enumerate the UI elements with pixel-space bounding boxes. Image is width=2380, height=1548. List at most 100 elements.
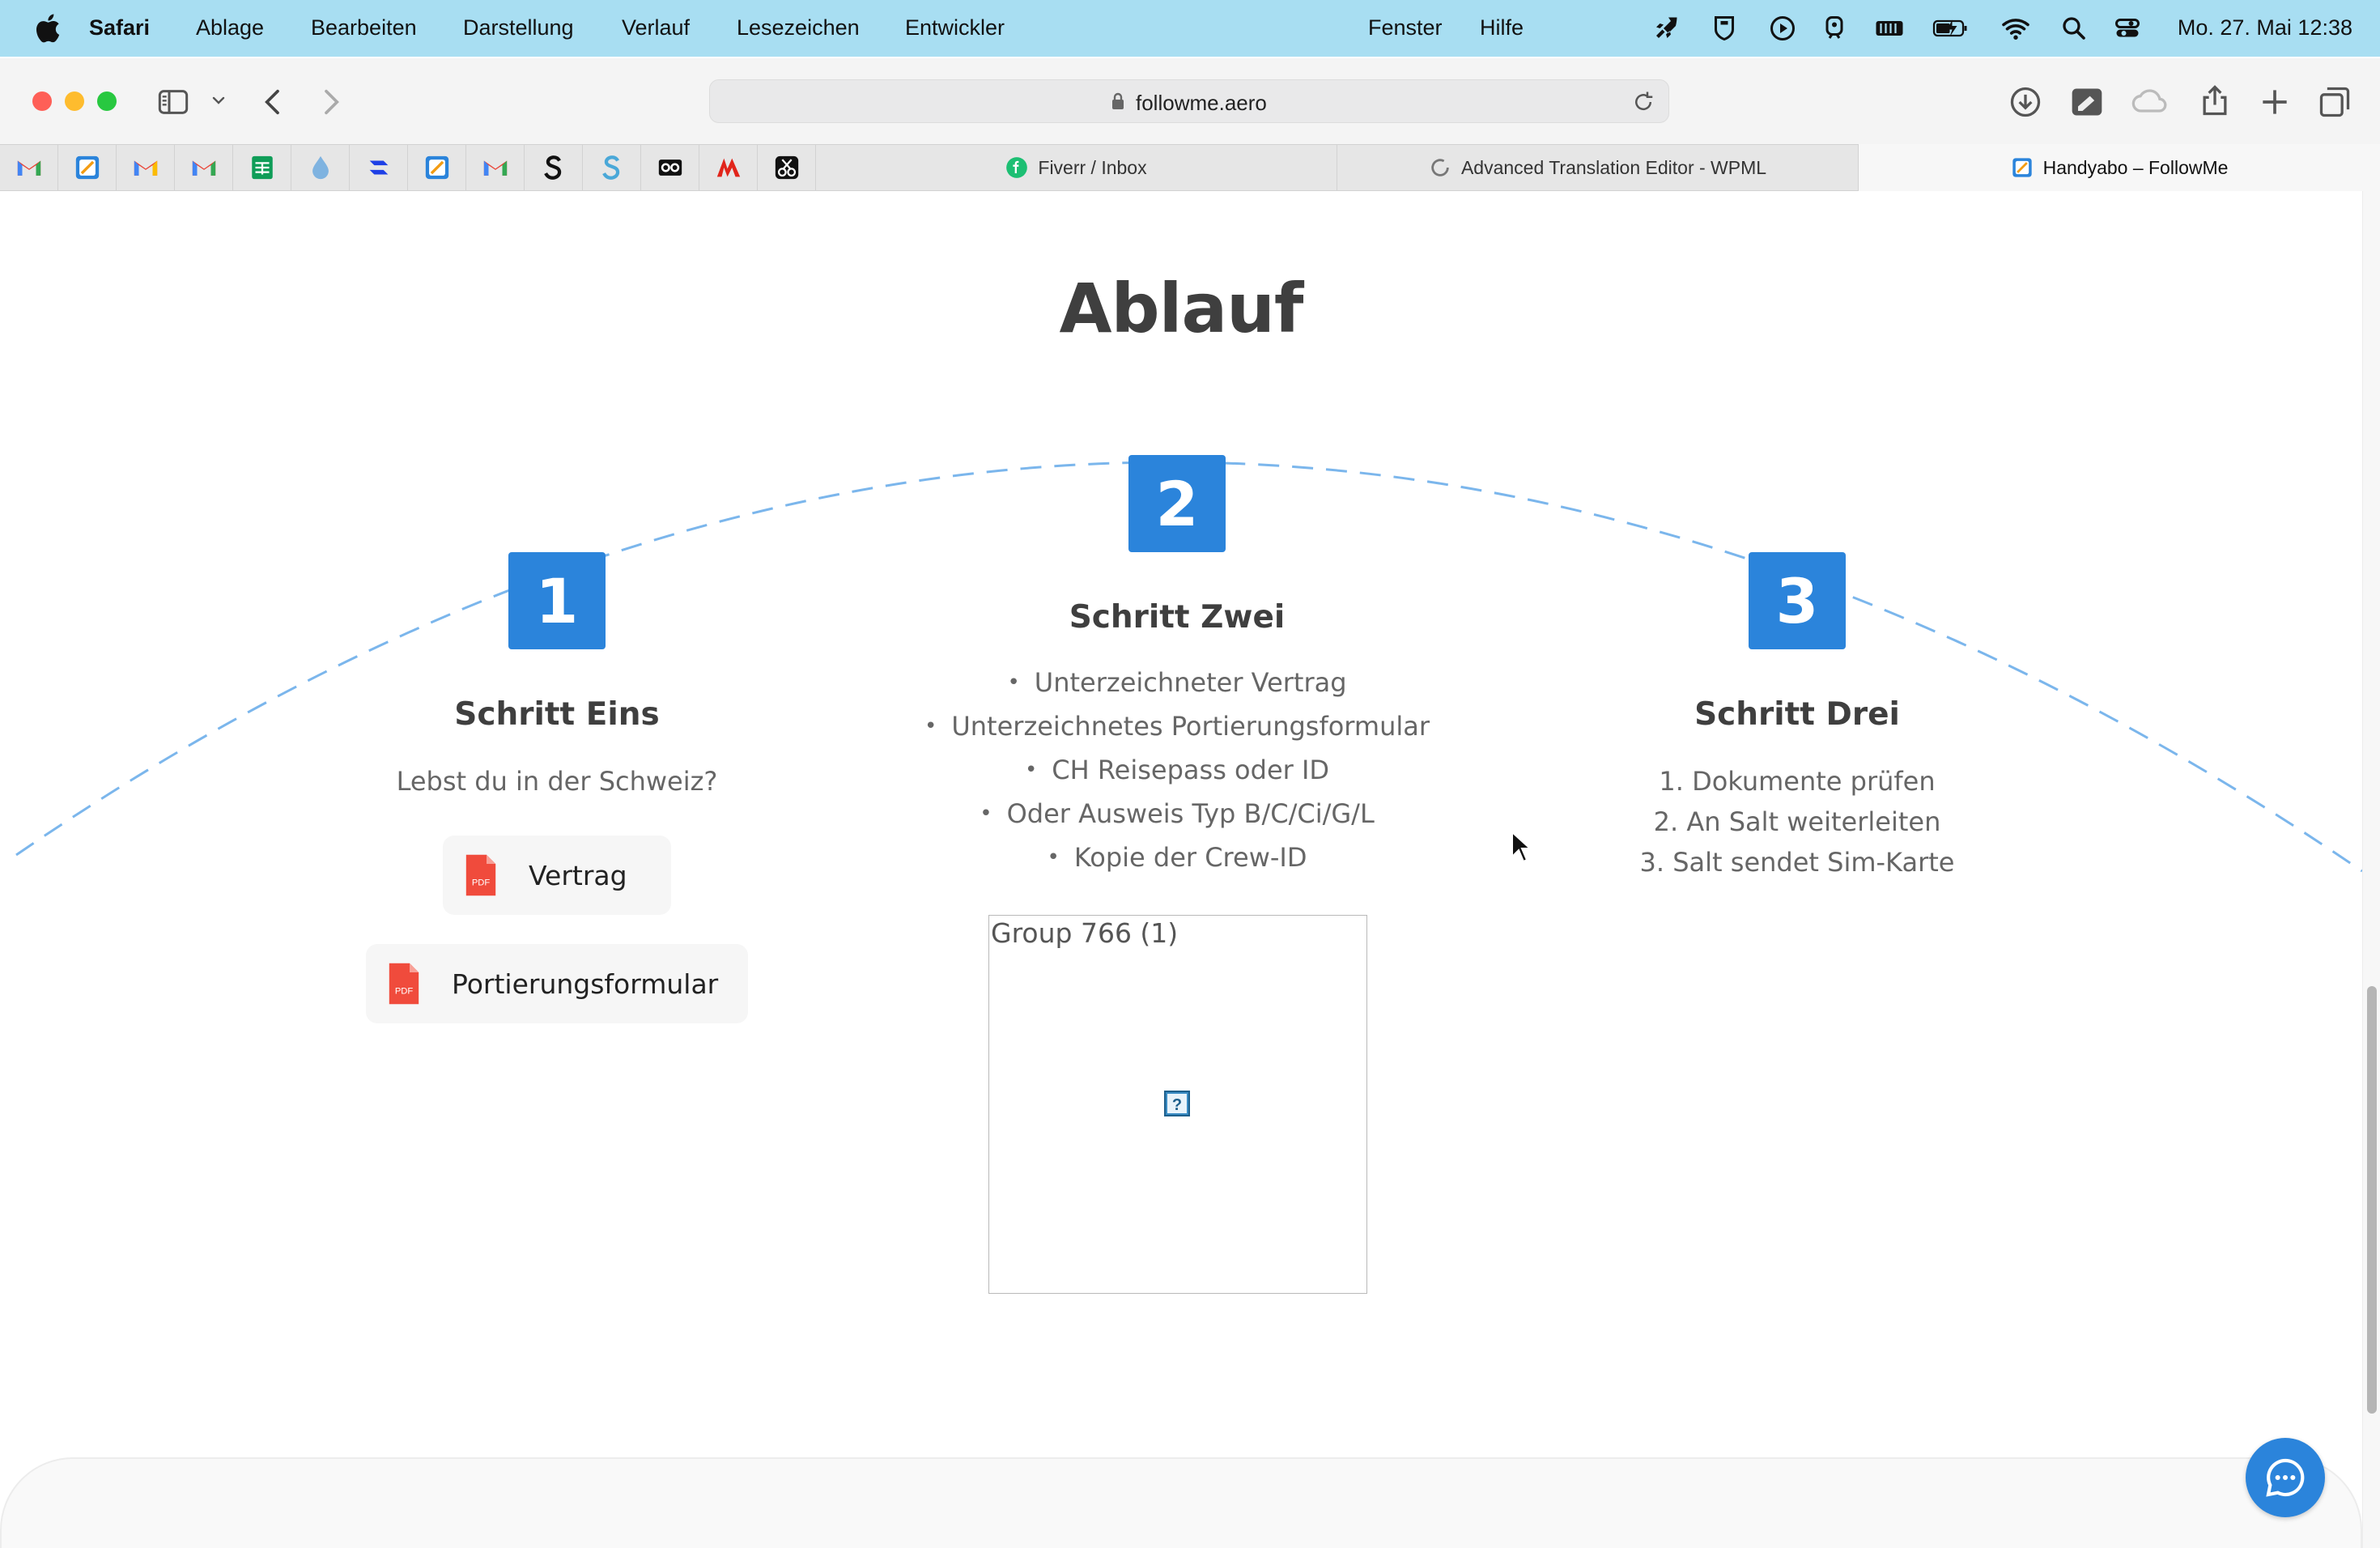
- pinned-tab-gmail-2[interactable]: [117, 144, 175, 191]
- pinned-tab-gmail[interactable]: [0, 144, 58, 191]
- step-3-list-item: 1. Dokumente prüfen: [1659, 766, 1936, 797]
- lock-icon: [1112, 92, 1124, 109]
- gmail-icon: [483, 160, 507, 176]
- forward-icon[interactable]: [314, 86, 346, 118]
- address-bar[interactable]: followme.aero: [709, 79, 1669, 123]
- window-zoom-button[interactable]: [97, 91, 117, 111]
- pinned-tab-gmail-4[interactable]: [466, 144, 525, 191]
- glasses-icon: [658, 159, 682, 176]
- gmail-icon: [192, 160, 215, 176]
- page-title: Ablauf: [1059, 269, 1304, 348]
- step-1-title: Schritt Eins: [454, 696, 660, 733]
- apple-menu-icon[interactable]: [32, 12, 62, 45]
- search-icon[interactable]: [2059, 14, 2089, 43]
- footer-section: [0, 1457, 2362, 1548]
- menu-fenster[interactable]: Fenster: [1368, 15, 1443, 40]
- url-text[interactable]: followme.aero: [1136, 91, 1267, 116]
- pinned-tab-followme[interactable]: [58, 144, 117, 191]
- icloud-icon[interactable]: [2131, 84, 2170, 120]
- pinned-tab-sheets[interactable]: [233, 144, 291, 191]
- step-1-question: Lebst du in der Schweiz?: [396, 766, 718, 797]
- menu-ablage[interactable]: Ablage: [196, 15, 264, 40]
- menu-hilfe[interactable]: Hilfe: [1480, 15, 1524, 40]
- pinned-tab-s-black[interactable]: [525, 144, 583, 191]
- pinned-tab-s-blue[interactable]: [583, 144, 641, 191]
- pdf-badge: PDF: [395, 987, 414, 997]
- pinned-tab-followme-2[interactable]: [408, 144, 466, 191]
- scrollbar-thumb[interactable]: [2367, 986, 2377, 1414]
- fiverr-icon: [1006, 157, 1028, 178]
- battery-charging-icon: [1932, 19, 1967, 37]
- tab-fiverr[interactable]: Fiverr / Inbox: [816, 144, 1337, 191]
- menu-verlauf[interactable]: Verlauf: [622, 15, 690, 40]
- followme-icon: [2012, 158, 2032, 177]
- reload-icon[interactable]: [1631, 90, 1655, 114]
- s-black-icon: [543, 155, 561, 180]
- step-2-title: Schritt Zwei: [1069, 599, 1286, 636]
- menu-bar: Safari Ablage Bearbeiten Darstellung Ver…: [0, 0, 2380, 57]
- menu-darstellung[interactable]: Darstellung: [463, 15, 574, 40]
- step-3-list-item: 2. An Salt weiterleiten: [1653, 806, 1941, 837]
- pinned-tab-r[interactable]: [350, 144, 408, 191]
- scrollbar[interactable]: [2362, 191, 2380, 1548]
- followme-icon: [425, 155, 448, 180]
- mouse-cursor-icon: [1511, 831, 1532, 863]
- sidebar-icon[interactable]: [157, 86, 189, 118]
- share-icon[interactable]: [2197, 83, 2233, 118]
- tab-followme-active[interactable]: Handyabo – FollowMe: [1859, 144, 2380, 191]
- menu-app-name[interactable]: Safari: [89, 15, 150, 40]
- loading-icon: [1431, 159, 1449, 176]
- step-2-bullet: Oder Ausweis Typ B/C/Ci/G/L: [853, 798, 1501, 829]
- wifi-icon[interactable]: [2001, 14, 2030, 43]
- sheets-icon: [251, 155, 273, 180]
- pdf-file-icon: PDF: [389, 963, 419, 1005]
- chevron-down-icon[interactable]: [209, 91, 228, 110]
- extension-icon[interactable]: [2069, 84, 2105, 120]
- pinned-tab-glasses[interactable]: [641, 144, 699, 191]
- scissors-icon: [775, 155, 798, 180]
- gmail-icon: [134, 160, 157, 176]
- chat-bubble-icon: [2266, 1458, 2305, 1497]
- shield-icon[interactable]: [1710, 14, 1739, 43]
- new-tab-icon[interactable]: [2257, 84, 2293, 120]
- download-icon[interactable]: [2008, 84, 2043, 120]
- portierungsformular-label: Portierungsformular: [452, 968, 719, 1000]
- menu-entwickler[interactable]: Entwickler: [905, 15, 1005, 40]
- portierungsformular-download-button[interactable]: PDF Portierungsformular: [366, 944, 748, 1023]
- window-close-button[interactable]: [32, 91, 52, 111]
- tram-icon[interactable]: [1820, 14, 1849, 43]
- vertrag-label: Vertrag: [529, 859, 627, 891]
- s-blue-icon: [601, 155, 619, 180]
- pinned-tab-gmail-3[interactable]: [175, 144, 233, 191]
- followme-icon: [75, 155, 99, 180]
- step-3-title: Schritt Drei: [1694, 696, 1900, 733]
- vertrag-download-button[interactable]: PDF Vertrag: [443, 836, 671, 915]
- menu-bearbeiten[interactable]: Bearbeiten: [311, 15, 417, 40]
- broken-image-icon: ?: [1164, 1091, 1190, 1116]
- tab-title: Fiverr / Inbox: [1038, 156, 1147, 178]
- r-icon: [369, 160, 388, 175]
- menubar-clock[interactable]: Mo. 27. Mai 12:38: [2178, 15, 2352, 40]
- control-center-icon[interactable]: [2113, 14, 2142, 43]
- drop-icon: [312, 155, 329, 180]
- step-2-bullet: Unterzeichneter Vertrag: [853, 667, 1501, 698]
- step-2-bullet: Unterzeichnetes Portierungsformular: [853, 711, 1501, 742]
- play-icon[interactable]: [1768, 14, 1797, 43]
- pinned-tab-scissors[interactable]: [758, 144, 816, 191]
- memory-icon[interactable]: [1873, 14, 1906, 43]
- pdf-file-icon: PDF: [465, 854, 496, 896]
- window-minimize-button[interactable]: [65, 91, 84, 111]
- back-icon[interactable]: [257, 86, 290, 118]
- tab-overview-icon[interactable]: [2317, 84, 2352, 120]
- pinned-tab-m-red[interactable]: [699, 144, 758, 191]
- step-2-badge: 2: [1128, 455, 1226, 552]
- chat-button[interactable]: [2246, 1438, 2325, 1517]
- tab-wpml[interactable]: Advanced Translation Editor - WPML: [1337, 144, 1859, 191]
- step-2-bullet: CH Reisepass oder ID: [853, 755, 1501, 785]
- rocket-icon[interactable]: [1651, 14, 1681, 43]
- gmail-icon: [17, 160, 40, 176]
- pinned-tab-drop[interactable]: [291, 144, 350, 191]
- menu-lesezeichen[interactable]: Lesezeichen: [737, 15, 860, 40]
- step-3-badge: 3: [1749, 552, 1846, 649]
- step-1-badge: 1: [508, 552, 606, 649]
